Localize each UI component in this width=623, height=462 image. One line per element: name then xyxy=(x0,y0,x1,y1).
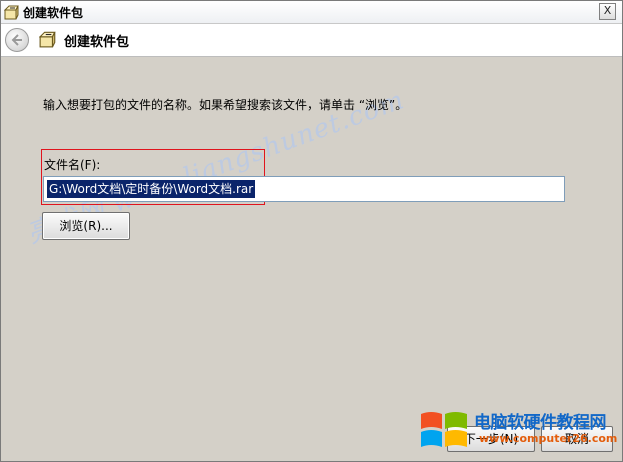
logo-url: www.computer26.com xyxy=(479,432,618,445)
close-icon: X xyxy=(603,4,612,17)
file-name-value: G:\Word文档\定时备份\Word文档.rar xyxy=(47,180,256,198)
logo-title: 电脑软硬件教程网 xyxy=(474,413,607,433)
title-bar: 创建软件包 X xyxy=(1,1,622,24)
site-logo: 电脑软硬件教程网 www.computer26.com xyxy=(419,406,619,456)
instruction-text: 输入想要打包的文件的名称。如果希望搜索该文件，请单击 “浏览”。 xyxy=(43,98,408,112)
wizard-header: 创建软件包 xyxy=(1,24,622,57)
window-title: 创建软件包 xyxy=(23,6,84,20)
page-title: 创建软件包 xyxy=(64,35,130,50)
file-name-input[interactable]: G:\Word文档\定时备份\Word文档.rar xyxy=(43,176,565,202)
back-arrow-icon xyxy=(11,34,22,46)
create-package-dialog: 创建软件包 X 创建软件包 亮术网 www.liangshunet.com 输入… xyxy=(0,0,623,462)
package-icon xyxy=(39,31,56,48)
windows-logo-icon xyxy=(421,412,467,447)
browse-button[interactable]: 浏览(R)... xyxy=(42,212,130,240)
file-name-label: 文件名(F): xyxy=(44,158,101,172)
back-button[interactable] xyxy=(5,28,29,52)
close-button[interactable]: X xyxy=(599,3,616,20)
package-icon xyxy=(4,5,19,20)
